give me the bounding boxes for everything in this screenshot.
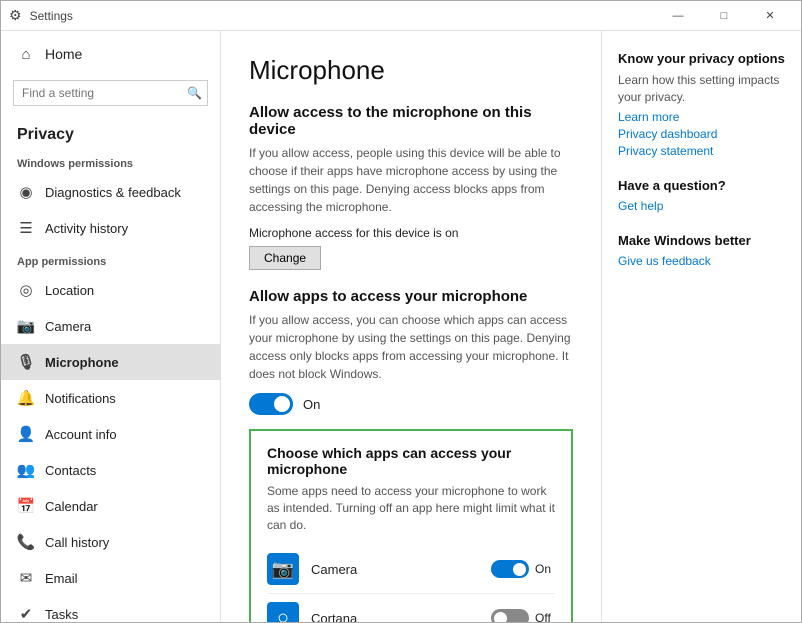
app-name-camera: Camera [311,562,491,577]
page-title: Microphone [249,55,573,86]
right-panel: Know your privacy options Learn how this… [601,31,801,622]
main-content: Microphone Allow access to the microphon… [221,31,601,622]
home-icon: ⌂ [17,45,35,63]
privacy-statement-link[interactable]: Privacy statement [618,144,785,158]
sidebar-title: Privacy [1,114,220,148]
privacy-options-title: Know your privacy options [618,51,785,66]
access-status: Microphone access for this device is on [249,226,573,240]
sidebar-item-label: Calendar [45,499,98,514]
account-icon: 👤 [17,425,35,443]
sidebar-item-label: Call history [45,535,109,550]
allow-access-desc: If you allow access, people using this d… [249,144,573,216]
sidebar: ⌂ Home 🔍 Privacy Windows permissions ◉ D… [1,31,221,622]
title-bar: ⚙ Settings — □ ✕ [1,1,801,31]
cortana-toggle-label: Off [535,611,555,622]
window-title: Settings [30,9,73,23]
search-input[interactable] [13,80,208,106]
device-toggle-row: On [249,393,573,415]
microphone-icon: 🎙 [17,353,35,371]
toggle-knob [274,396,290,412]
windows-better-title: Make Windows better [618,233,785,248]
sidebar-item-label: Notifications [45,391,116,406]
app-icon-camera: 📷 [267,553,299,585]
sidebar-item-label: Home [45,46,82,62]
privacy-options-section: Know your privacy options Learn how this… [618,51,785,158]
app-list-desc: Some apps need to access your microphone… [267,483,555,533]
sidebar-item-label: Diagnostics & feedback [45,185,181,200]
sidebar-item-notifications[interactable]: 🔔 Notifications [1,380,220,416]
sidebar-item-account[interactable]: 👤 Account info [1,416,220,452]
window-icon: ⚙ [9,7,22,24]
app-permissions-label: App permissions [1,246,220,272]
title-bar-controls: — □ ✕ [655,1,793,31]
sidebar-item-label: Camera [45,319,91,334]
app-name-cortana: Cortana [311,611,491,622]
camera-toggle-label: On [535,562,555,576]
sidebar-item-label: Location [45,283,94,298]
app-list-section: Choose which apps can access your microp… [249,429,573,622]
allow-access-title: Allow access to the microphone on this d… [249,104,573,138]
activity-icon: ☰ [17,219,35,237]
sidebar-item-microphone[interactable]: 🎙 Microphone [1,344,220,380]
sidebar-item-home[interactable]: ⌂ Home [1,31,220,72]
allow-apps-title: Allow apps to access your microphone [249,288,573,305]
camera-icon: 📷 [17,317,35,335]
sidebar-item-label: Account info [45,427,117,442]
sidebar-item-location[interactable]: ◎ Location [1,272,220,308]
toggle-sm-knob [494,612,507,622]
minimize-button[interactable]: — [655,1,701,31]
give-feedback-link[interactable]: Give us feedback [618,254,785,268]
email-icon: ✉ [17,569,35,587]
contacts-icon: 👥 [17,461,35,479]
calendar-icon: 📅 [17,497,35,515]
question-section: Have a question? Get help [618,178,785,213]
app-toggle-cortana: Off [491,609,555,622]
app-row-cortana: ○ Cortana Off [267,594,555,622]
toggle-sm-knob [513,563,526,576]
device-toggle-label: On [303,397,320,412]
sidebar-item-callhistory[interactable]: 📞 Call history [1,524,220,560]
sidebar-item-camera[interactable]: 📷 Camera [1,308,220,344]
sidebar-item-label: Microphone [45,355,119,370]
sidebar-item-label: Email [45,571,78,586]
sidebar-item-email[interactable]: ✉ Email [1,560,220,596]
privacy-dashboard-link[interactable]: Privacy dashboard [618,127,785,141]
app-list-title: Choose which apps can access your microp… [267,445,555,477]
sidebar-item-calendar[interactable]: 📅 Calendar [1,488,220,524]
sidebar-item-label: Tasks [45,607,78,622]
windows-better-section: Make Windows better Give us feedback [618,233,785,268]
location-icon: ◎ [17,281,35,299]
sidebar-item-label: Activity history [45,221,128,236]
callhistory-icon: 📞 [17,533,35,551]
sidebar-item-tasks[interactable]: ✔ Tasks [1,596,220,622]
search-icon: 🔍 [187,86,202,100]
sidebar-item-activity[interactable]: ☰ Activity history [1,210,220,246]
sidebar-item-label: Contacts [45,463,96,478]
app-icon-cortana: ○ [267,602,299,622]
app-row-camera: 📷 Camera On [267,545,555,594]
device-toggle[interactable] [249,393,293,415]
learn-more-link[interactable]: Learn more [618,110,785,124]
windows-permissions-label: Windows permissions [1,148,220,174]
sidebar-item-contacts[interactable]: 👥 Contacts [1,452,220,488]
allow-apps-desc: If you allow access, you can choose whic… [249,311,573,383]
maximize-button[interactable]: □ [701,1,747,31]
app-toggle-camera: On [491,560,555,578]
change-button[interactable]: Change [249,246,321,270]
sidebar-search: 🔍 [13,80,208,106]
camera-toggle[interactable] [491,560,529,578]
close-button[interactable]: ✕ [747,1,793,31]
tasks-icon: ✔ [17,605,35,622]
question-title: Have a question? [618,178,785,193]
privacy-options-desc: Learn how this setting impacts your priv… [618,72,785,106]
sidebar-item-diagnostics[interactable]: ◉ Diagnostics & feedback [1,174,220,210]
notifications-icon: 🔔 [17,389,35,407]
get-help-link[interactable]: Get help [618,199,785,213]
diagnostics-icon: ◉ [17,183,35,201]
cortana-toggle[interactable] [491,609,529,622]
